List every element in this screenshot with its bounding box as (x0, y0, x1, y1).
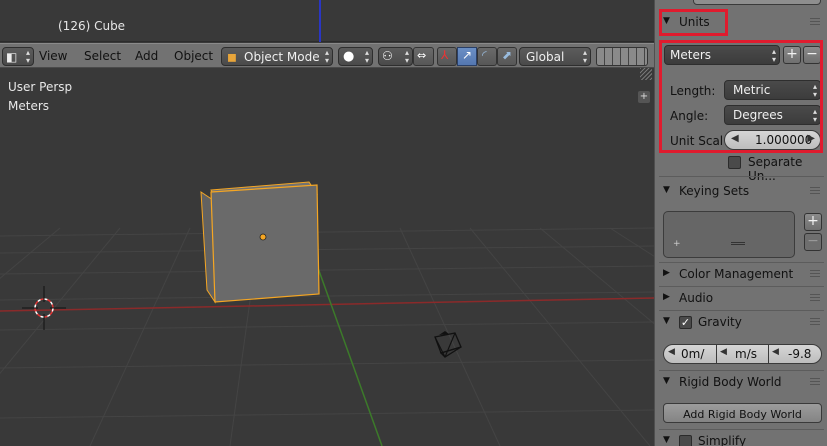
scale-manipulator-button[interactable]: ⬈ (497, 47, 517, 66)
cube-object[interactable] (197, 180, 322, 305)
cube-icon: ◧ (6, 50, 18, 64)
translate-arrow-icon: ↗ (462, 48, 473, 62)
layers-grid[interactable] (596, 47, 648, 66)
rigid-body-world-section-header[interactable]: ▼ Rigid Body World (661, 372, 822, 394)
move-arrows-icon: ⇔ (417, 49, 427, 62)
timeline-cursor (319, 0, 321, 42)
corner-grip[interactable] (640, 68, 652, 80)
remove-keying-set-button[interactable]: − (804, 233, 822, 251)
section-divider (659, 310, 824, 311)
collapsed-triangle-icon: ▶ (663, 292, 670, 302)
manipulator-center-button[interactable]: ⇔ (413, 47, 434, 66)
angle-unit-dropdown[interactable]: Degrees ▴ ▾ (724, 105, 821, 125)
simplify-checkbox[interactable] (679, 435, 692, 446)
expanded-triangle-icon: ▼ (663, 316, 670, 326)
viewport-header: ◧ ▴ ▾ View Select Add Object ◼ Object Mod… (0, 43, 654, 68)
selection-info: (126) Cube (58, 19, 126, 33)
list-resize-handle-icon[interactable] (731, 242, 745, 245)
decrement-arrow-icon[interactable]: ◀ (720, 347, 727, 357)
remove-preset-button[interactable]: − (803, 46, 821, 64)
decrement-arrow-icon[interactable]: ◀ (668, 347, 675, 357)
simplify-section-header[interactable]: ▼ Simplify (661, 431, 822, 446)
object-mode-icon: ◼ (227, 50, 237, 64)
viewport-shading-dropdown[interactable]: ● ▴ ▾ (338, 47, 373, 66)
increment-arrow-icon[interactable]: ▶ (807, 133, 815, 144)
3d-cursor-icon[interactable] (22, 286, 66, 330)
expanded-triangle-icon: ▼ (663, 185, 670, 195)
rotate-arc-icon: ◜ (482, 48, 487, 62)
drag-grip-icon[interactable] (810, 318, 820, 327)
decrement-arrow-icon[interactable]: ◀ (772, 347, 779, 357)
camera-object-icon[interactable] (431, 331, 465, 359)
separate-units-label: Separate Un... (748, 155, 803, 183)
gravity-y-field[interactable]: ◀ m/s (716, 344, 769, 364)
properties-panel: ▼ Units Meters ▴ ▾ + − Length: Metric ▴ ▾ … (654, 0, 827, 446)
angle-label: Angle: (670, 109, 709, 123)
units-preset-dropdown[interactable]: Meters ▴ ▾ (664, 45, 780, 65)
length-label: Length: (670, 84, 716, 98)
y-axis-line (317, 267, 383, 446)
pivot-icon: ⚇ (382, 49, 393, 63)
list-filter-icon[interactable]: + (673, 239, 681, 249)
3d-viewport[interactable]: (126) Cube ◧ ▴ ▾ View Select Add Object … (0, 0, 654, 446)
axis-gizmo-icon: ⅄ (441, 48, 449, 62)
add-rigid-body-world-button[interactable]: Add Rigid Body World (663, 403, 822, 423)
add-preset-button[interactable]: + (783, 46, 801, 64)
separate-units-checkbox[interactable] (728, 156, 741, 169)
units-section-header[interactable]: ▼ Units (661, 12, 822, 34)
collapsed-triangle-icon: ▶ (663, 268, 670, 278)
color-management-section-header[interactable]: ▶ Color Management (661, 264, 822, 286)
scale-icon: ⬈ (502, 48, 513, 62)
unit-scale-field[interactable]: ◀ 1.000000 ▶ (724, 130, 821, 150)
panel-top-button[interactable] (693, 0, 821, 5)
upper-editor-region: (126) Cube (0, 0, 654, 42)
section-divider (659, 262, 824, 263)
expanded-triangle-icon: ▼ (663, 376, 670, 386)
units-overlay-label: Meters (8, 99, 50, 113)
translate-manipulator-button[interactable]: ↗ (457, 47, 477, 66)
section-divider (659, 176, 824, 177)
menu-object[interactable]: Object (174, 49, 213, 63)
drag-grip-icon[interactable] (810, 270, 820, 279)
gravity-z-field[interactable]: ◀ -9.8 (768, 344, 822, 364)
expanded-triangle-icon: ▼ (663, 16, 670, 26)
x-axis-line (0, 297, 654, 312)
viewport-grid (0, 227, 654, 446)
drag-grip-icon[interactable] (810, 378, 820, 387)
manipulator-toggle-button[interactable]: ⅄ (437, 47, 457, 66)
gravity-x-field[interactable]: ◀ 0m/ (663, 344, 717, 364)
transform-orientation-dropdown[interactable]: Global ▴ ▾ (519, 47, 591, 66)
length-system-dropdown[interactable]: Metric ▴ ▾ (724, 80, 821, 100)
drag-grip-icon[interactable] (810, 187, 820, 196)
drag-grip-icon[interactable] (810, 294, 820, 303)
unit-scale-label: Unit Scal (670, 134, 724, 148)
gravity-section-header[interactable]: ▼ ✓ Gravity (661, 312, 822, 334)
audio-section-header[interactable]: ▶ Audio (661, 288, 822, 310)
decrement-arrow-icon[interactable]: ◀ (731, 133, 739, 144)
expanded-triangle-icon: ▼ (663, 435, 670, 445)
section-divider (659, 286, 824, 287)
solid-shading-icon: ● (343, 49, 355, 64)
section-divider (659, 370, 824, 371)
menu-add[interactable]: Add (135, 49, 158, 63)
pivot-point-dropdown[interactable]: ⚇ ▴ ▾ (378, 47, 413, 66)
section-divider (659, 429, 824, 430)
keying-sets-section-header[interactable]: ▼ Keying Sets (661, 181, 822, 203)
region-expand-button[interactable]: + (638, 91, 650, 103)
mode-dropdown[interactable]: ◼ Object Mode ▴ ▾ (221, 47, 333, 66)
gravity-checkbox-checked[interactable]: ✓ (679, 316, 692, 329)
menu-view[interactable]: View (39, 49, 67, 63)
menu-select[interactable]: Select (84, 49, 121, 63)
editor-type-button[interactable]: ◧ ▴ ▾ (2, 47, 34, 66)
drag-grip-icon[interactable] (810, 18, 820, 27)
view-name-label: User Persp (8, 80, 73, 94)
rotate-manipulator-button[interactable]: ◜ (477, 47, 497, 66)
keying-sets-list[interactable]: + (663, 211, 795, 258)
add-keying-set-button[interactable]: + (804, 213, 822, 231)
